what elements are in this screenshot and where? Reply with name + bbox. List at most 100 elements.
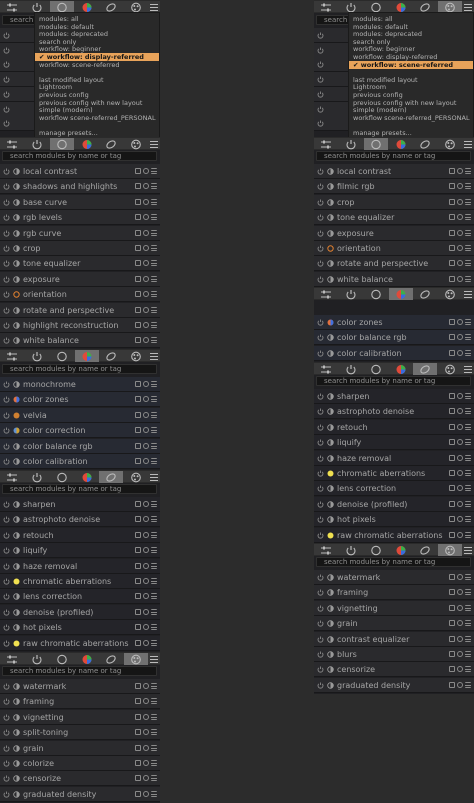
presets-menu-icon[interactable] <box>151 411 157 418</box>
reset-icon[interactable] <box>143 547 149 554</box>
presets-icon[interactable] <box>314 288 338 300</box>
module-row[interactable]: velvia <box>0 407 160 423</box>
base-group-icon[interactable] <box>364 544 388 556</box>
presets-icon[interactable] <box>0 138 24 150</box>
effect-group-icon[interactable] <box>438 544 462 556</box>
presets-icon[interactable] <box>0 1 24 13</box>
presets-menu-icon[interactable] <box>465 485 471 492</box>
power-icon[interactable] <box>3 260 10 267</box>
presets-icon[interactable] <box>0 653 24 665</box>
reset-icon[interactable] <box>143 306 149 313</box>
multi-instance-icon[interactable] <box>449 470 455 476</box>
power-icon[interactable] <box>317 485 324 492</box>
reset-icon[interactable] <box>143 427 149 434</box>
multi-instance-icon[interactable] <box>449 349 455 356</box>
multi-instance-icon[interactable] <box>135 775 141 782</box>
power-icon[interactable] <box>317 651 324 658</box>
reset-icon[interactable] <box>457 516 463 523</box>
presets-menu-icon[interactable] <box>151 381 157 387</box>
active-modules-icon[interactable] <box>339 288 363 300</box>
correct-group-icon[interactable] <box>99 138 123 150</box>
presets-menu-icon[interactable] <box>151 790 157 797</box>
power-icon[interactable] <box>3 609 10 616</box>
multi-instance-icon[interactable] <box>135 531 141 538</box>
module-row[interactable]: rotate and perspective <box>314 256 474 272</box>
module-row[interactable]: sharpen <box>0 497 160 512</box>
reset-icon[interactable] <box>143 593 149 600</box>
power-icon[interactable] <box>317 605 324 612</box>
reset-icon[interactable] <box>143 245 149 251</box>
multi-instance-icon[interactable] <box>449 531 455 538</box>
reset-icon[interactable] <box>457 620 463 627</box>
power-icon[interactable] <box>3 714 10 721</box>
multi-instance-icon[interactable] <box>449 334 455 341</box>
base-group-icon[interactable] <box>50 471 74 483</box>
reset-icon[interactable] <box>143 775 149 782</box>
presets-icon[interactable] <box>0 350 24 362</box>
multi-instance-icon[interactable] <box>135 291 141 298</box>
multi-instance-icon[interactable] <box>135 713 141 720</box>
module-row[interactable]: denoise (profiled) <box>314 496 474 512</box>
module-row[interactable]: contrast equalizer <box>314 631 474 647</box>
module-row[interactable]: color zones <box>0 392 160 408</box>
correct-group-icon[interactable] <box>413 288 437 300</box>
effect-group-icon[interactable] <box>438 363 462 375</box>
active-modules-icon[interactable] <box>339 138 363 150</box>
reset-icon[interactable] <box>143 531 149 538</box>
reset-icon[interactable] <box>457 245 463 251</box>
module-row[interactable]: denoise (profiled) <box>0 604 160 620</box>
power-icon[interactable] <box>3 563 10 570</box>
power-icon[interactable] <box>317 230 324 237</box>
presets-menu-icon[interactable] <box>151 396 157 403</box>
reset-icon[interactable] <box>143 608 149 615</box>
active-modules-icon[interactable] <box>25 653 49 665</box>
base-group-icon[interactable] <box>364 288 388 300</box>
effect-group-icon[interactable] <box>124 653 148 665</box>
presets-menu-icon[interactable] <box>151 291 157 298</box>
power-icon[interactable] <box>317 199 324 206</box>
reset-icon[interactable] <box>457 168 463 174</box>
module-row[interactable]: framing <box>0 694 160 710</box>
power-icon[interactable] <box>317 666 324 673</box>
reset-icon[interactable] <box>143 683 149 689</box>
power-icon[interactable] <box>317 334 324 341</box>
module-row[interactable]: tone equalizer <box>314 210 474 226</box>
multi-instance-icon[interactable] <box>135 306 141 313</box>
power-icon[interactable] <box>3 760 10 767</box>
presets-menu-icon[interactable] <box>151 306 157 313</box>
presets-menu-icon[interactable] <box>465 334 471 341</box>
presets-menu-icon[interactable] <box>465 319 471 325</box>
power-icon[interactable] <box>3 624 10 631</box>
module-row[interactable]: white balance <box>0 333 160 349</box>
multi-instance-icon[interactable] <box>135 245 141 251</box>
presets-menu-icon[interactable] <box>151 639 157 646</box>
presets-menu-icon[interactable] <box>465 666 471 673</box>
presets-menu-icon[interactable] <box>151 198 157 205</box>
reset-icon[interactable] <box>143 381 149 387</box>
power-icon[interactable] <box>3 230 10 237</box>
module-row[interactable]: lens correction <box>0 589 160 605</box>
reset-icon[interactable] <box>457 423 463 430</box>
module-row[interactable]: white balance <box>314 271 474 287</box>
right-group-0-search-input[interactable]: search modules by name or tag <box>316 151 471 161</box>
power-icon[interactable] <box>3 578 10 585</box>
reset-icon[interactable] <box>457 260 463 267</box>
module-row[interactable]: color balance rgb <box>314 330 474 346</box>
presets-menu-icon[interactable] <box>465 500 471 507</box>
correct-group-icon[interactable] <box>99 653 123 665</box>
presets-icon[interactable] <box>314 363 338 375</box>
multi-instance-icon[interactable] <box>135 683 141 689</box>
menu-icon[interactable] <box>462 288 474 300</box>
active-modules-icon[interactable] <box>339 363 363 375</box>
presets-menu-icon[interactable] <box>465 393 471 399</box>
module-row[interactable]: color balance rgb <box>0 438 160 454</box>
reset-icon[interactable] <box>457 439 463 446</box>
presets-menu-icon[interactable] <box>465 681 471 688</box>
reset-icon[interactable] <box>143 790 149 797</box>
power-icon[interactable] <box>3 47 10 54</box>
menu-icon[interactable] <box>462 544 474 556</box>
presets-menu-icon[interactable] <box>465 516 471 523</box>
reset-icon[interactable] <box>143 322 149 328</box>
power-icon[interactable] <box>3 276 10 283</box>
module-row[interactable]: watermark <box>0 679 160 694</box>
